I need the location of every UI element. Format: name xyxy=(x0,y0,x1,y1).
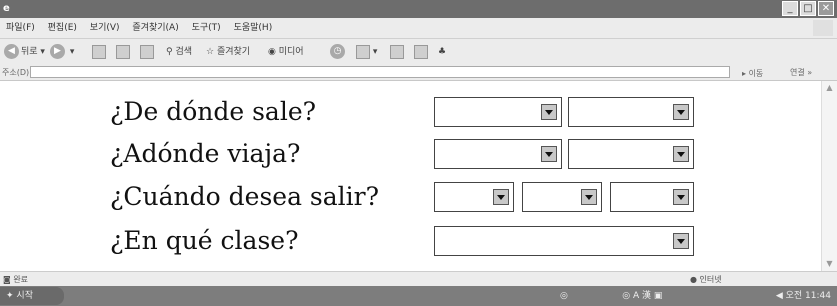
chevron-down-icon[interactable] xyxy=(673,146,689,162)
address-input[interactable] xyxy=(30,66,730,78)
system-tray: ◎ ◎ A 漢 ▣ xyxy=(560,286,662,306)
forward-arrow-icon: ▶ xyxy=(50,44,65,59)
class-select[interactable] xyxy=(434,226,694,256)
edit-icon xyxy=(414,44,428,59)
scroll-up-icon[interactable]: ▲ xyxy=(822,81,837,95)
destination-select-1[interactable] xyxy=(434,139,562,169)
start-button[interactable]: ✦ 시작 xyxy=(0,287,64,305)
language-icon[interactable]: ◎ xyxy=(560,291,568,301)
question-departure: ¿Cuándo desea salir? xyxy=(110,182,379,211)
address-bar: 주소(D) ▸ 이동 연결 » xyxy=(0,65,837,81)
links-button[interactable]: 연결 » xyxy=(790,65,812,80)
vertical-scrollbar[interactable]: ▲ ▼ xyxy=(821,81,837,271)
tray-icon[interactable]: ▣ xyxy=(654,291,663,301)
zone-indicator: ● 인터넷 xyxy=(690,272,722,287)
refresh-button[interactable] xyxy=(116,44,130,60)
go-arrow-icon: ▸ xyxy=(742,69,747,78)
history-icon: ◷ xyxy=(330,44,345,59)
refresh-icon xyxy=(116,44,130,59)
destination-select-2[interactable] xyxy=(568,139,694,169)
back-label: 뒤로 xyxy=(21,47,38,57)
mail-icon xyxy=(356,44,370,59)
minimize-button[interactable]: _ xyxy=(782,1,798,16)
question-class: ¿En qué clase? xyxy=(110,226,299,255)
chevron-down-icon[interactable] xyxy=(673,104,689,120)
ime-indicator[interactable]: A 漢 xyxy=(633,291,651,301)
media-label: 미디어 xyxy=(278,47,304,57)
taskbar: ✦ 시작 ◎ ◎ A 漢 ▣ ◀ 오전 11:44 xyxy=(0,286,837,306)
menu-favorites[interactable]: 즐겨찾기(A) xyxy=(132,23,178,33)
favorites-button[interactable]: ☆ 즐겨찾기 xyxy=(206,44,250,60)
departure-month-select[interactable] xyxy=(522,182,602,212)
favorites-label: 즐겨찾기 xyxy=(216,47,251,57)
question-destination: ¿Adónde viaja? xyxy=(110,139,301,168)
clock: ◀ 오전 11:44 xyxy=(776,286,831,306)
stop-button[interactable] xyxy=(92,44,106,60)
status-text: ◙ 완료 xyxy=(3,272,28,287)
go-button[interactable]: ▸ 이동 xyxy=(742,66,763,81)
chevron-down-icon[interactable] xyxy=(673,233,689,249)
zone-label: 인터넷 xyxy=(699,275,722,284)
chevron-down-icon[interactable] xyxy=(493,189,509,205)
page-content: ¿De dónde sale? ¿Adónde viaja? ¿Cuándo d… xyxy=(0,81,821,271)
scroll-down-icon[interactable]: ▼ xyxy=(822,257,837,271)
departure-day-select[interactable] xyxy=(434,182,514,212)
search-button[interactable]: ⚲ 검색 xyxy=(166,44,192,60)
search-icon: ⚲ xyxy=(166,47,173,57)
print-icon xyxy=(390,44,404,59)
globe-icon: ● xyxy=(690,275,697,284)
ime-icon[interactable]: ◎ xyxy=(622,291,630,301)
menu-edit[interactable]: 편집(E) xyxy=(48,23,77,33)
home-icon xyxy=(140,44,154,59)
chevron-down-icon[interactable] xyxy=(541,104,557,120)
ie-icon: e xyxy=(3,3,10,14)
page-done-icon: ◙ xyxy=(3,275,11,284)
chevron-down-icon[interactable] xyxy=(541,146,557,162)
address-label: 주소(D) xyxy=(2,68,30,77)
search-label: 검색 xyxy=(175,47,193,57)
media-button[interactable]: ◉ 미디어 xyxy=(268,44,304,60)
start-label: 시작 xyxy=(16,291,33,301)
stop-icon xyxy=(92,44,106,59)
menu-file[interactable]: 파일(F) xyxy=(6,23,35,33)
question-origin: ¿De dónde sale? xyxy=(110,97,317,126)
menu-bar: 파일(F) 편집(E) 보기(V) 즐겨찾기(A) 도구(T) 도움말(H) xyxy=(0,18,837,39)
windows-flag-icon: ✦ xyxy=(6,291,14,301)
volume-icon[interactable]: ◀ xyxy=(776,291,783,301)
forward-button[interactable]: ▶ ▾ xyxy=(50,44,74,60)
menu-tools[interactable]: 도구(T) xyxy=(192,23,221,33)
origin-select-2[interactable] xyxy=(568,97,694,127)
print-button[interactable] xyxy=(390,44,404,60)
chevron-down-icon[interactable] xyxy=(673,189,689,205)
status-bar: ◙ 완료 ● 인터넷 xyxy=(0,271,837,287)
departure-year-select[interactable] xyxy=(610,182,694,212)
back-button[interactable]: ◀ 뒤로 ▾ xyxy=(4,44,45,60)
home-button[interactable] xyxy=(140,44,154,60)
clock-text: 오전 11:44 xyxy=(785,291,831,301)
go-label: 이동 xyxy=(748,69,764,78)
origin-select-1[interactable] xyxy=(434,97,562,127)
back-arrow-icon: ◀ xyxy=(4,44,19,59)
edit-button[interactable] xyxy=(414,44,428,60)
menu-view[interactable]: 보기(V) xyxy=(90,23,120,33)
maximize-button[interactable]: □ xyxy=(800,1,816,16)
history-button[interactable]: ◷ xyxy=(330,44,347,60)
messenger-icon: ♣ xyxy=(438,47,447,57)
title-bar: e _ □ ✕ xyxy=(0,0,837,18)
mail-button[interactable]: ▾ xyxy=(356,44,377,60)
menu-help[interactable]: 도움말(H) xyxy=(234,23,273,33)
star-icon: ☆ xyxy=(206,47,215,57)
messenger-button[interactable]: ♣ xyxy=(438,44,446,60)
windows-logo-icon xyxy=(813,20,833,36)
close-button[interactable]: ✕ xyxy=(818,1,834,16)
media-icon: ◉ xyxy=(268,47,276,57)
status-label: 완료 xyxy=(13,275,29,284)
chevron-down-icon[interactable] xyxy=(581,189,597,205)
toolbar: ◀ 뒤로 ▾ ▶ ▾ ⚲ 검색 ☆ 즐겨찾기 ◉ 미디어 ◷ ▾ ♣ xyxy=(0,39,837,65)
